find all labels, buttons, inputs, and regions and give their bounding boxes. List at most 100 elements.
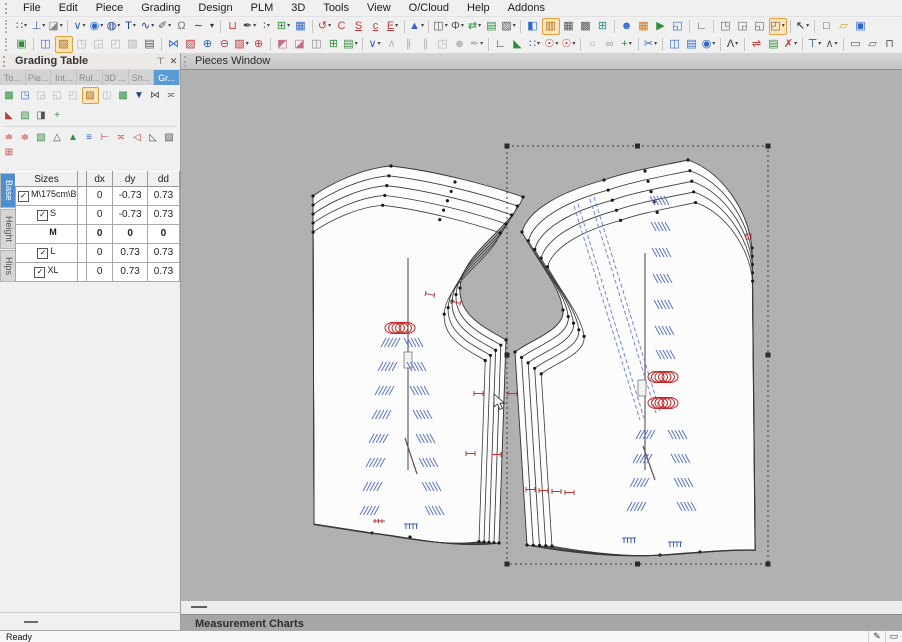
delete-x-icon[interactable]: ✗ bbox=[783, 36, 799, 52]
measurement-bar-grip[interactable] bbox=[184, 618, 190, 629]
col-header-dx[interactable]: dx bbox=[86, 172, 112, 187]
grade-move-up-icon[interactable]: ≐ bbox=[2, 130, 17, 145]
copy-c2-icon[interactable]: c bbox=[368, 18, 384, 34]
cell-dd[interactable]: 0.73 bbox=[147, 243, 179, 262]
pattern-piece-right[interactable] bbox=[513, 158, 755, 556]
size-checkbox[interactable]: ✓ bbox=[18, 191, 29, 202]
rect-shape-icon[interactable]: ▭ bbox=[848, 36, 864, 52]
zoom-piece-icon[interactable]: ⊕ bbox=[200, 36, 216, 52]
select-cursor-icon[interactable]: ↖ bbox=[795, 18, 811, 34]
circle-tool-icon[interactable]: ◉ bbox=[89, 18, 105, 34]
sheet-up-icon[interactable]: ▧ bbox=[501, 18, 517, 34]
copy-blue-icon[interactable]: ◫ bbox=[667, 36, 683, 52]
grade-rule-icon[interactable]: ≡ bbox=[82, 130, 97, 145]
globe-icon[interactable]: ◉ bbox=[701, 36, 717, 52]
fold-piece-icon[interactable]: ▧ bbox=[183, 36, 199, 52]
marquee-grid-icon[interactable]: ▦ bbox=[293, 18, 309, 34]
selection-handle[interactable] bbox=[505, 353, 510, 358]
mirror-icon[interactable]: Φ bbox=[450, 18, 466, 34]
corner-ruler-icon[interactable]: ∟ bbox=[493, 36, 509, 52]
paste-piece-icon[interactable]: ▨ bbox=[55, 36, 73, 53]
side-tab-base[interactable]: Base bbox=[0, 173, 15, 208]
cell-dx[interactable]: 0 bbox=[86, 224, 112, 243]
grade-paste-y-icon[interactable]: ◱ bbox=[50, 88, 65, 103]
new-file-icon[interactable]: □ bbox=[819, 18, 835, 34]
grade-page-icon[interactable]: ▧ bbox=[18, 108, 33, 123]
cut-icon[interactable]: ✂ bbox=[643, 36, 659, 52]
open-file-icon[interactable]: ▱ bbox=[836, 18, 852, 34]
grade-stamp-icon[interactable]: ◫ bbox=[100, 88, 115, 103]
seam-b-icon[interactable]: ☉ bbox=[561, 36, 577, 52]
tree-icon[interactable]: ⊞ bbox=[326, 36, 342, 52]
menu-view[interactable]: View bbox=[358, 1, 400, 15]
more-tools-caret[interactable]: ▾ bbox=[208, 18, 217, 34]
sheet-green-icon[interactable]: ▤ bbox=[484, 18, 500, 34]
cell-dy[interactable]: 0.73 bbox=[113, 262, 148, 281]
bird-c-icon[interactable]: ∥ bbox=[418, 36, 434, 52]
stamp-a-icon[interactable]: ◳ bbox=[74, 36, 90, 52]
size-row[interactable]: ✓S 0 -0.73 0.73 bbox=[16, 205, 180, 224]
grade-copy2-icon[interactable]: ▧ bbox=[34, 130, 49, 145]
tab-shapes[interactable]: Sh... bbox=[129, 70, 155, 85]
angle-ruler-icon[interactable]: ∟ bbox=[694, 18, 710, 34]
grade-eq-icon[interactable]: ⊢ bbox=[98, 130, 113, 145]
panel-resize-handle[interactable] bbox=[24, 621, 38, 623]
side-tab-hips[interactable]: Hips bbox=[0, 250, 15, 282]
page-zoom-icon[interactable]: ▨ bbox=[234, 36, 250, 52]
page-d-icon[interactable]: ◰ bbox=[769, 18, 787, 35]
cell-dx[interactable]: 0 bbox=[86, 262, 112, 281]
cell-dy[interactable]: 0 bbox=[113, 224, 148, 243]
side-tab-height[interactable]: Height bbox=[0, 209, 15, 249]
grade-tri2-icon[interactable]: ◁ bbox=[130, 130, 145, 145]
remove-piece-icon[interactable]: ⊖ bbox=[217, 36, 233, 52]
cell-dd[interactable]: 0 bbox=[147, 224, 179, 243]
canvas-hscrollbar[interactable] bbox=[181, 601, 902, 615]
tab-grading[interactable]: Gr... bbox=[154, 70, 180, 85]
unfold-piece-icon[interactable]: ⋈ bbox=[166, 36, 182, 52]
panel-grip[interactable] bbox=[3, 56, 9, 67]
pen-tool-icon[interactable]: ✒ bbox=[242, 18, 258, 34]
add-point-icon[interactable]: + bbox=[619, 36, 635, 52]
t-up-icon[interactable]: ⊤ bbox=[807, 36, 823, 52]
page-gray-icon[interactable]: ◳ bbox=[435, 36, 451, 52]
cell-dd[interactable]: 0.73 bbox=[147, 187, 179, 206]
user-icon[interactable]: ☻ bbox=[619, 18, 635, 34]
cell-dx[interactable]: 0 bbox=[86, 187, 112, 206]
grade-table-icon[interactable]: ⊞ bbox=[2, 145, 17, 160]
sheet-blue-icon[interactable]: ▤ bbox=[684, 36, 700, 52]
size-row[interactable]: ✓L 0 0.73 0.73 bbox=[16, 243, 180, 262]
close-icon[interactable]: ✕ bbox=[167, 55, 180, 67]
cell-dd[interactable]: 0.73 bbox=[147, 262, 179, 281]
size-row[interactable]: ✓M 0 0 0 bbox=[16, 224, 180, 243]
col-header-sizes[interactable]: Sizes bbox=[16, 172, 78, 187]
text-tool-icon[interactable]: T bbox=[123, 18, 139, 34]
vee-icon[interactable]: ∨ bbox=[367, 36, 383, 52]
find-piece-icon[interactable]: ⊕ bbox=[251, 36, 267, 52]
grade-sheet-icon[interactable]: ▩ bbox=[116, 88, 131, 103]
stamp-d-icon[interactable]: ▨ bbox=[125, 36, 141, 52]
selection-handle[interactable] bbox=[766, 353, 771, 358]
seam-a-icon[interactable]: ☉ bbox=[544, 36, 560, 52]
view-table-icon[interactable]: ▥ bbox=[542, 18, 560, 35]
hand-icon[interactable]: ○ bbox=[585, 36, 601, 52]
cell-dd[interactable]: 0.73 bbox=[147, 205, 179, 224]
point-line-icon[interactable]: ∶ bbox=[259, 18, 275, 34]
wave-tool-icon[interactable]: ∼ bbox=[191, 18, 207, 34]
diamond-shape-icon[interactable]: ◇ bbox=[899, 36, 902, 52]
menubar-grip[interactable] bbox=[5, 3, 11, 14]
tab-tools[interactable]: To... bbox=[0, 70, 26, 85]
edit-grade-points-icon[interactable]: ∷ bbox=[14, 18, 30, 34]
view-dense-icon[interactable]: ▩ bbox=[578, 18, 594, 34]
page-a-icon[interactable]: ◳ bbox=[718, 18, 734, 34]
panel-title-bar[interactable]: Grading Table ⊤ ✕ bbox=[0, 53, 180, 70]
fill-triangle-icon[interactable]: ◣ bbox=[510, 36, 526, 52]
calculator-icon[interactable]: ⊞ bbox=[595, 18, 611, 34]
view-grid-icon[interactable]: ▦ bbox=[561, 18, 577, 34]
measure-dots-icon[interactable]: ∷ bbox=[527, 36, 543, 52]
cell-dy[interactable]: -0.73 bbox=[113, 187, 148, 206]
grade-diag-icon[interactable]: ◺ bbox=[146, 130, 161, 145]
image-icon[interactable]: ▤ bbox=[142, 36, 158, 52]
piece-pink-icon[interactable]: ◩ bbox=[275, 36, 291, 52]
menu-design[interactable]: Design bbox=[189, 1, 241, 15]
stamp-b-icon[interactable]: ◲ bbox=[91, 36, 107, 52]
